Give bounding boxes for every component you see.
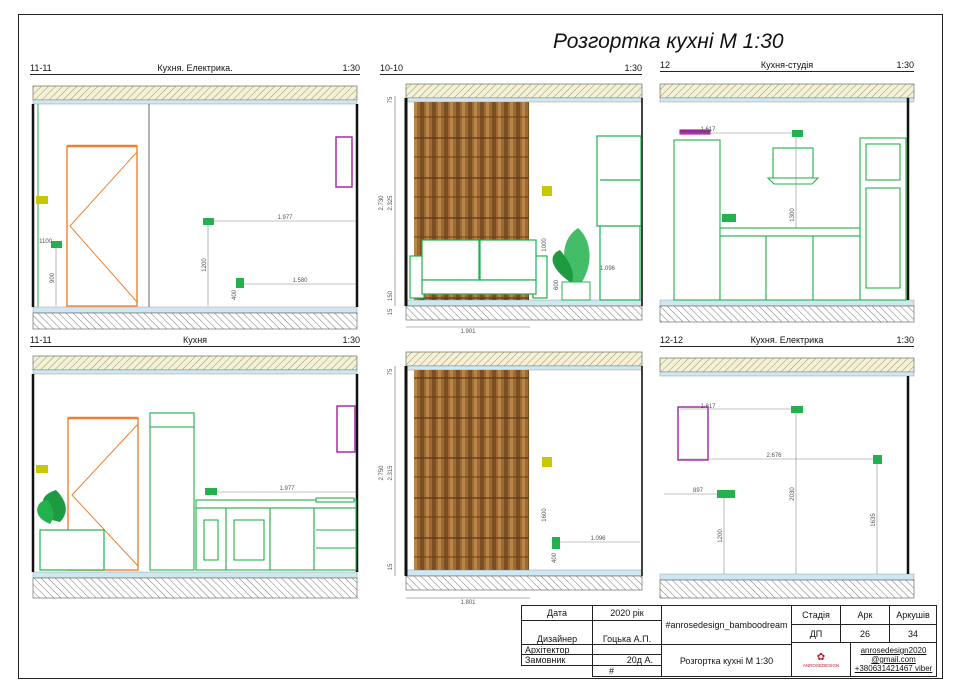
socket (873, 455, 882, 464)
dim-label: 1200 (718, 529, 724, 543)
dim-label: 1.617 (700, 127, 716, 133)
sofa (409, 239, 548, 299)
contact-phone[interactable]: +380631421467 viber (855, 664, 933, 673)
dim-label: 1635 (871, 513, 877, 527)
dim-label: 400 (552, 552, 558, 563)
date-label: Дата (521, 605, 593, 621)
elevation-panel-3: 1.617 1300 (659, 83, 915, 323)
dim-label: 1.580 (292, 278, 308, 284)
dim-label: 1.901 (460, 329, 476, 335)
date-value: 2020 рік (592, 605, 662, 621)
sheet-label: Арк (840, 605, 890, 625)
logo-text: ANROSEDESIGN (802, 662, 840, 668)
dim-label: 75 (388, 368, 394, 375)
dim-label: 400 (232, 289, 238, 300)
dim-label: 1.977 (277, 215, 293, 221)
dim-label: 1200 (202, 258, 208, 272)
dim-label: 1.977 (279, 486, 295, 492)
socket (722, 214, 736, 222)
socket (205, 488, 217, 495)
boiler (336, 405, 356, 453)
contact-mail[interactable]: @gmail.com (871, 655, 916, 664)
hashtag: #anrosedesign_bamboodream (661, 605, 792, 645)
elevation-panel-2: 2.730 2.325 1.901 1000 600 150 75 1.096 … (379, 83, 643, 335)
sheets-label: Аркушів (889, 605, 937, 625)
designer-value: Гоцька А.П. (592, 620, 662, 645)
bamboo-wall (414, 370, 529, 570)
dim-label: 2.750 (379, 465, 385, 481)
sheet-value: 26 (840, 624, 890, 643)
stage-label: Стадія (791, 605, 841, 625)
drawing-name: Розгортка кухні М 1:30 (661, 644, 792, 677)
rose-icon: ✿ (816, 651, 826, 663)
door (66, 144, 138, 307)
boiler (335, 136, 353, 188)
elevation-panel-6: 1.617 2.676 897 2030 1635 1200 (659, 357, 915, 599)
dim-label: 1600 (542, 508, 548, 522)
socket (552, 537, 560, 549)
contact-site[interactable]: anrosedesign2020 (861, 646, 927, 655)
dim-label: 1100 (39, 239, 53, 245)
socket (542, 186, 552, 196)
stage-value: ДП (791, 624, 841, 643)
armchair-plant (37, 490, 105, 571)
dim-label: 15 (388, 563, 394, 570)
title-block: Дата 2020 рік Дизайнер Гоцька А.П. Архіт… (521, 605, 937, 677)
boiler (677, 406, 709, 461)
dim-label: 900 (50, 272, 56, 283)
dim-label: 2.676 (766, 453, 782, 459)
dim-label: 1.096 (600, 266, 616, 272)
dim-label: 1.096 (590, 536, 606, 542)
hash-mark: # (609, 666, 615, 676)
dim-label: 1.801 (460, 600, 476, 606)
dim-label: 1000 (542, 238, 548, 252)
elevation-drawings: 1.977 1.580 1200 400 900 1100 2.730 2.32… (31, 83, 915, 606)
client-label: Замовник (521, 654, 593, 666)
dim-label: 2030 (790, 487, 796, 501)
socket (717, 490, 735, 498)
dim-label: 2.315 (388, 465, 394, 481)
dim-label: 2.325 (388, 195, 394, 211)
elevation-panel-4: 1.977 (31, 355, 359, 599)
socket (542, 457, 552, 467)
fridge (596, 135, 642, 301)
dim-label: 600 (554, 279, 560, 290)
contact-info: anrosedesign2020 @gmail.com +38063142146… (850, 642, 937, 677)
socket (792, 130, 803, 137)
socket (791, 406, 803, 413)
sheets-value: 34 (889, 624, 937, 643)
dim-label: 15 (388, 308, 394, 315)
dim-label: 897 (693, 488, 704, 494)
dim-label: 150 (388, 290, 394, 301)
dim-label: 1300 (790, 208, 796, 222)
designer-label: Дизайнер (521, 620, 593, 645)
elevation-panel-5: 1.096 2.750 2.315 1.801 1600 400 15 75 (379, 351, 643, 606)
elevation-panel-1: 1.977 1.580 1200 400 900 1100 (31, 85, 359, 330)
socket (36, 465, 48, 473)
studio-logo: ✿ ANROSEDESIGN (791, 642, 851, 677)
dim-label: 75 (388, 96, 394, 103)
dim-label: 1.617 (700, 404, 716, 410)
client-hash: # (592, 665, 662, 677)
dim-label: 2.730 (379, 195, 385, 211)
kitchen-cabinets (149, 412, 357, 571)
